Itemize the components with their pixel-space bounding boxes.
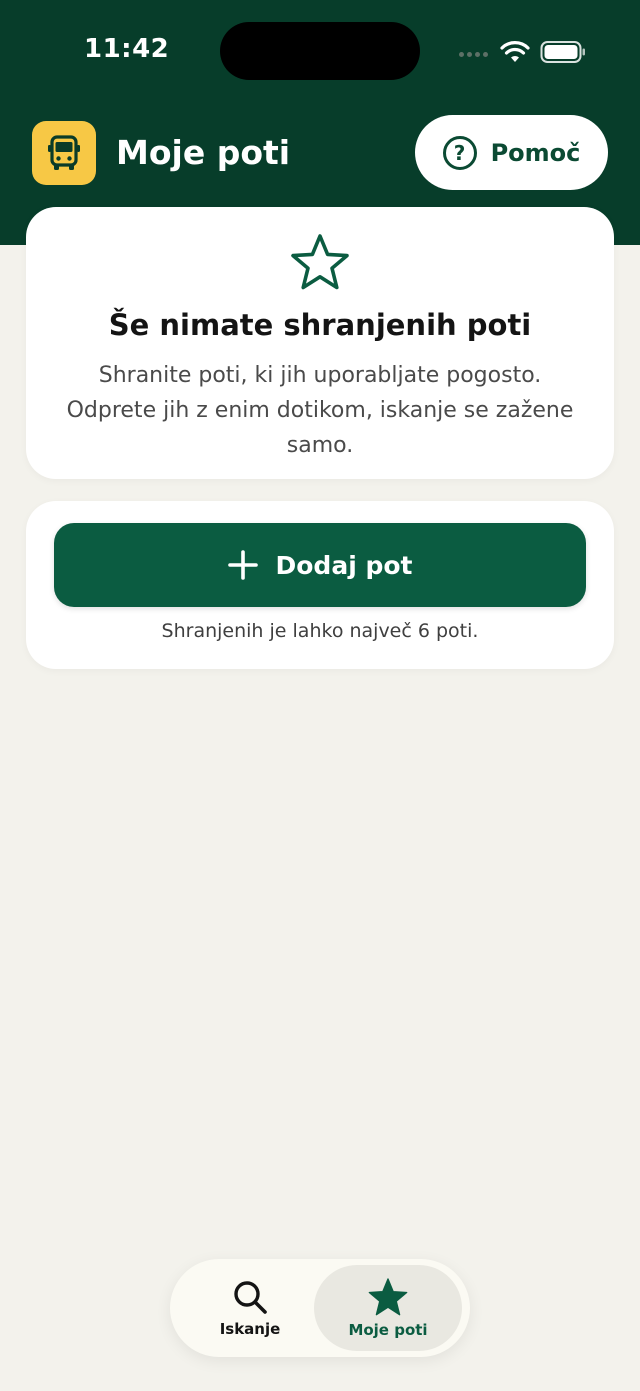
screen: 11:42 Moje poti ? Pomoč Še nimate shranj…: [0, 0, 640, 1391]
tab-my-routes[interactable]: Moje poti: [314, 1265, 462, 1351]
empty-state-description: Shranite poti, ki jih uporabljate pogost…: [66, 363, 574, 458]
tab-search[interactable]: Iskanje: [176, 1265, 324, 1351]
dynamic-island: [220, 22, 420, 80]
help-button-label: Pomoč: [490, 138, 581, 167]
wifi-icon: [500, 41, 530, 62]
star-icon: [368, 1278, 408, 1316]
page-title: Moje poti: [116, 133, 291, 172]
help-button[interactable]: ? Pomoč: [415, 115, 608, 190]
add-route-button[interactable]: Dodaj pot: [54, 523, 586, 607]
battery-icon: [540, 41, 585, 63]
search-icon: [234, 1281, 267, 1314]
help-icon: ?: [442, 135, 477, 170]
max-routes-hint: Shranjenih je lahko največ 6 poti.: [161, 620, 479, 642]
bus-app-icon: [32, 121, 96, 185]
status-time: 11:42: [84, 34, 170, 64]
star-outline-icon: [291, 234, 349, 290]
add-route-label: Dodaj pot: [275, 550, 413, 580]
tab-search-label: Iskanje: [219, 1320, 281, 1338]
tab-bar: Iskanje Moje poti: [170, 1259, 470, 1357]
tab-my-routes-label: Moje poti: [348, 1321, 428, 1339]
empty-state-title: Še nimate shranjenih poti: [108, 308, 532, 342]
plus-icon: [227, 550, 258, 580]
signal-icon: [459, 52, 488, 57]
